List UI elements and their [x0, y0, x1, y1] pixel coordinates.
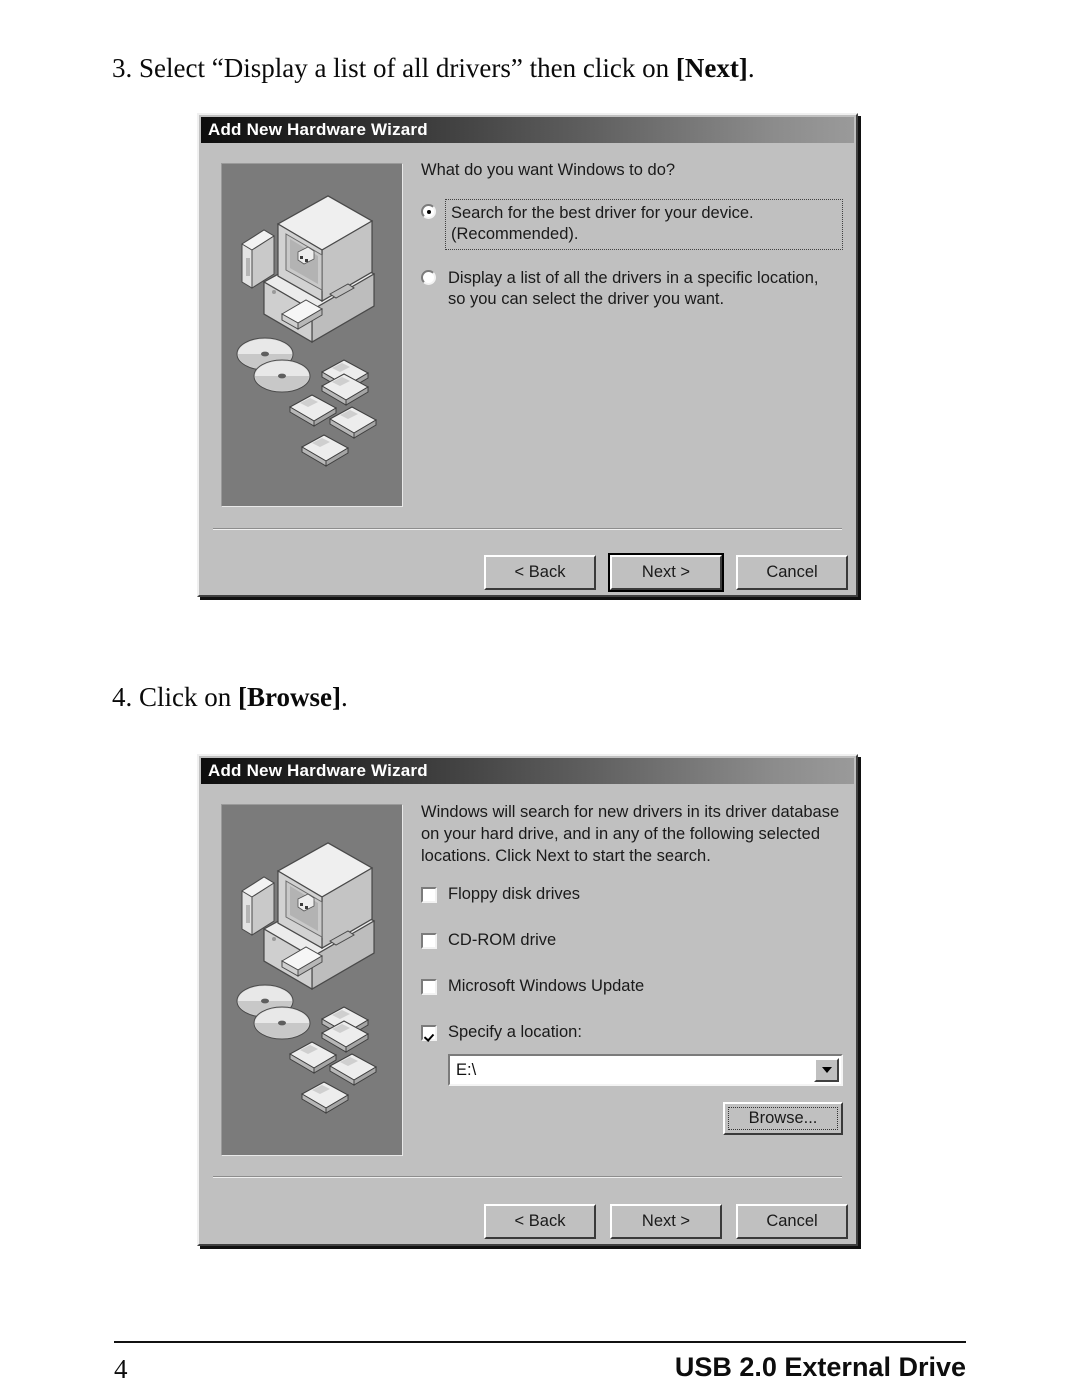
add-new-hardware-wizard-dialog-2: Add New Hardware Wizard Windows will sea…: [197, 754, 858, 1246]
illustration-panel-2: [221, 804, 403, 1156]
location-combobox[interactable]: E:\: [448, 1054, 843, 1087]
step-4-instruction: 4. Click on [Browse].: [112, 681, 348, 713]
step-3-emphasis: [Next]: [675, 53, 748, 83]
checkbox-icon[interactable]: [421, 978, 437, 995]
cd-disc-icon: [253, 359, 311, 393]
radio-option-search-best-driver[interactable]: Search for the best driver for your devi…: [421, 199, 843, 250]
checkbox-cd-rom-drive[interactable]: CD-ROM drive: [421, 931, 840, 950]
dialog-1-button-bar: < Back Next > Cancel: [484, 553, 848, 592]
dialog-1-body: What do you want Windows to do? Search f…: [199, 143, 856, 595]
dialog-1-separator: [213, 528, 842, 530]
dialog-2-title: Add New Hardware Wizard: [208, 761, 428, 780]
location-combobox-value: E:\: [456, 1060, 477, 1079]
checkbox-cd-rom-drive-label: CD-ROM drive: [448, 931, 557, 950]
chevron-down-icon[interactable]: [814, 1058, 839, 1083]
radio-button-icon[interactable]: [421, 204, 436, 219]
browse-button-row: Browse...: [448, 1102, 843, 1136]
cancel-button[interactable]: Cancel: [736, 1204, 848, 1239]
radio-option-search-best-driver-label: Search for the best driver for your devi…: [445, 199, 843, 250]
radio-option-display-driver-list[interactable]: Display a list of all the drivers in a s…: [421, 268, 840, 311]
dialog-1-content: What do you want Windows to do? Search f…: [421, 161, 843, 332]
browse-button[interactable]: Browse...: [723, 1102, 843, 1136]
step-3-text-prefix: 3. Select “Display a list of all drivers…: [112, 53, 676, 83]
checkbox-microsoft-windows-update[interactable]: Microsoft Windows Update: [421, 977, 840, 996]
computer-with-media-illustration: [222, 805, 402, 1155]
cd-disc-icon: [253, 1006, 311, 1040]
dialog-2-content: Windows will search for new drivers in i…: [421, 802, 843, 1136]
footer-product-title: USB 2.0 External Drive: [674, 1352, 966, 1382]
radio-button-icon[interactable]: [421, 269, 436, 285]
back-button[interactable]: < Back: [484, 555, 596, 590]
footer-page-number: 4: [114, 1354, 128, 1384]
step-4-text-suffix: .: [340, 682, 348, 712]
dialog-2-button-bar: < Back Next > Cancel: [484, 1204, 848, 1239]
back-button[interactable]: < Back: [484, 1204, 596, 1239]
next-button[interactable]: Next >: [610, 1204, 722, 1239]
cancel-button[interactable]: Cancel: [736, 555, 848, 590]
step-4-text-prefix: 4. Click on: [112, 682, 238, 712]
dialog-1-title: Add New Hardware Wizard: [208, 120, 428, 139]
checkbox-specify-a-location[interactable]: Specify a location:: [421, 1023, 840, 1042]
dialog-1-heading: What do you want Windows to do?: [421, 161, 676, 179]
footer-divider: [114, 1341, 966, 1343]
checkbox-icon[interactable]: [421, 886, 437, 903]
checkbox-floppy-disk-drives[interactable]: Floppy disk drives: [421, 885, 840, 904]
illustration-panel-1: [221, 163, 403, 507]
step-4-emphasis: [Browse]: [238, 682, 341, 712]
add-new-hardware-wizard-dialog-1: Add New Hardware Wizard What do you want…: [197, 113, 858, 597]
computer-with-media-illustration: [222, 164, 402, 506]
checkbox-microsoft-windows-update-label: Microsoft Windows Update: [448, 977, 645, 996]
radio-option-display-driver-list-label: Display a list of all the drivers in a s…: [448, 268, 819, 309]
checkbox-icon[interactable]: [421, 932, 437, 949]
checkbox-icon[interactable]: [421, 1024, 437, 1041]
dialog-2-body: Windows will search for new drivers in i…: [199, 784, 856, 1244]
next-button[interactable]: Next >: [608, 553, 724, 592]
checkbox-floppy-disk-drives-label: Floppy disk drives: [448, 885, 581, 904]
dialog-2-paragraph: Windows will search for new drivers in i…: [421, 803, 840, 865]
dialog-2-titlebar: Add New Hardware Wizard: [201, 758, 854, 784]
step-3-text-suffix: .: [747, 53, 755, 83]
dialog-1-titlebar: Add New Hardware Wizard: [201, 117, 854, 143]
step-3-instruction: 3. Select “Display a list of all drivers…: [112, 52, 755, 84]
checkbox-specify-a-location-label: Specify a location:: [448, 1023, 582, 1042]
dialog-2-separator: [213, 1176, 842, 1178]
